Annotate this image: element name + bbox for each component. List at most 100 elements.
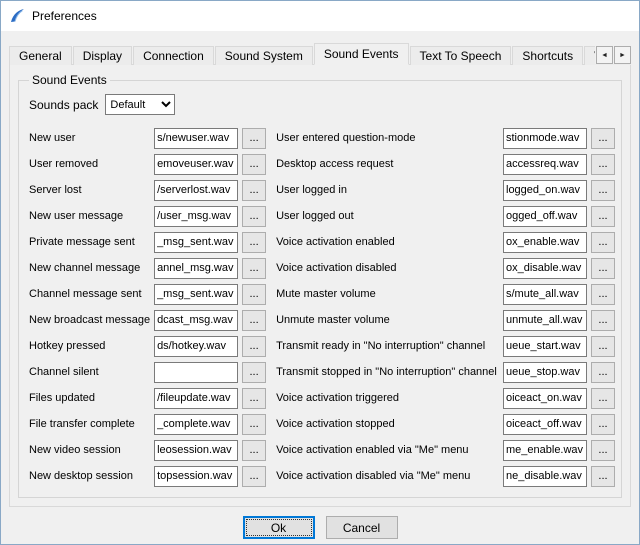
browse-button[interactable]: ... — [591, 284, 615, 305]
sound-event-label: User logged in — [276, 184, 503, 196]
tab-sound-events[interactable]: Sound Events — [314, 43, 409, 65]
sound-file-input[interactable] — [154, 180, 238, 201]
tab-scroll-right-icon[interactable]: ► — [614, 46, 631, 64]
sound-file-input[interactable] — [154, 466, 238, 487]
sound-file-input[interactable] — [154, 258, 238, 279]
browse-button[interactable]: ... — [242, 206, 266, 227]
browse-button[interactable]: ... — [591, 388, 615, 409]
sound-file-input[interactable] — [154, 284, 238, 305]
browse-button[interactable]: ... — [591, 310, 615, 331]
browse-button[interactable]: ... — [591, 466, 615, 487]
sound-event-row: Channel silent ... — [29, 361, 266, 383]
sound-file-input[interactable] — [154, 310, 238, 331]
titlebar: Preferences — [1, 1, 639, 31]
sound-file-input[interactable] — [503, 258, 587, 279]
cancel-button[interactable]: Cancel — [326, 516, 398, 539]
browse-button[interactable]: ... — [591, 414, 615, 435]
browse-button[interactable]: ... — [591, 440, 615, 461]
browse-button[interactable]: ... — [242, 362, 266, 383]
sound-event-row: Mute master volume ... — [276, 283, 615, 305]
browse-button[interactable]: ... — [591, 258, 615, 279]
sound-file-input[interactable] — [154, 206, 238, 227]
browse-button[interactable]: ... — [242, 284, 266, 305]
browse-button[interactable]: ... — [591, 206, 615, 227]
tab-text-to-speech[interactable]: Text To Speech — [410, 46, 512, 65]
sound-file-input[interactable] — [503, 232, 587, 253]
sounds-pack-row: Sounds pack Default — [29, 94, 615, 115]
groupbox-title: Sound Events — [29, 73, 110, 87]
sound-event-row: Transmit stopped in "No interruption" ch… — [276, 361, 615, 383]
sound-event-label: Voice activation triggered — [276, 392, 503, 404]
sound-event-row: New broadcast message ... — [29, 309, 266, 331]
browse-button[interactable]: ... — [591, 232, 615, 253]
app-icon — [9, 8, 25, 24]
sound-event-row: Voice activation disabled via "Me" menu … — [276, 465, 615, 487]
sound-event-row: Server lost ... — [29, 179, 266, 201]
browse-button[interactable]: ... — [242, 258, 266, 279]
tab-general[interactable]: General — [9, 46, 72, 65]
browse-button[interactable]: ... — [242, 154, 266, 175]
sound-event-label: Files updated — [29, 392, 154, 404]
sound-event-label: File transfer complete — [29, 418, 154, 430]
sound-file-input[interactable] — [503, 466, 587, 487]
sound-file-input[interactable] — [154, 128, 238, 149]
browse-button[interactable]: ... — [242, 232, 266, 253]
sound-event-label: Mute master volume — [276, 288, 503, 300]
sound-event-label: Voice activation disabled via "Me" menu — [276, 470, 503, 482]
sound-event-row: File transfer complete ... — [29, 413, 266, 435]
sound-file-input[interactable] — [503, 284, 587, 305]
browse-button[interactable]: ... — [242, 310, 266, 331]
sound-event-label: New broadcast message — [29, 314, 154, 326]
sound-file-input[interactable] — [503, 414, 587, 435]
ok-button[interactable]: Ok — [243, 516, 315, 539]
sound-file-input[interactable] — [503, 128, 587, 149]
browse-button[interactable]: ... — [591, 128, 615, 149]
sounds-pack-select[interactable]: Default — [105, 94, 175, 115]
browse-button[interactable]: ... — [591, 180, 615, 201]
sound-file-input[interactable] — [503, 362, 587, 383]
sound-file-input[interactable] — [503, 206, 587, 227]
browse-button[interactable]: ... — [242, 128, 266, 149]
browse-button[interactable]: ... — [242, 336, 266, 357]
browse-button[interactable]: ... — [242, 180, 266, 201]
sound-event-label: New desktop session — [29, 470, 154, 482]
sound-file-input[interactable] — [154, 336, 238, 357]
tab-sound-system[interactable]: Sound System — [215, 46, 313, 65]
browse-button[interactable]: ... — [242, 466, 266, 487]
sound-event-row: Voice activation enabled ... — [276, 231, 615, 253]
tab-display[interactable]: Display — [73, 46, 132, 65]
sound-event-label: Desktop access request — [276, 158, 503, 170]
sound-event-row: New video session ... — [29, 439, 266, 461]
browse-button[interactable]: ... — [242, 440, 266, 461]
tab-scroll-left-icon[interactable]: ◄ — [596, 46, 613, 64]
sound-event-label: Voice activation stopped — [276, 418, 503, 430]
sound-file-input[interactable] — [503, 336, 587, 357]
browse-button[interactable]: ... — [591, 336, 615, 357]
sound-event-label: User entered question-mode — [276, 132, 503, 144]
sound-event-row: New channel message ... — [29, 257, 266, 279]
tab-connection[interactable]: Connection — [133, 46, 214, 65]
sound-event-label: Private message sent — [29, 236, 154, 248]
browse-button[interactable]: ... — [591, 362, 615, 383]
sound-file-input[interactable] — [503, 440, 587, 461]
sound-file-input[interactable] — [154, 232, 238, 253]
sound-file-input[interactable] — [503, 154, 587, 175]
sound-event-row: Channel message sent ... — [29, 283, 266, 305]
sound-file-input[interactable] — [503, 388, 587, 409]
sound-event-label: Voice activation disabled — [276, 262, 503, 274]
sound-file-input[interactable] — [154, 388, 238, 409]
sound-file-input[interactable] — [154, 154, 238, 175]
sound-event-label: Channel message sent — [29, 288, 154, 300]
tab-page-sound-events: Sound Events Sounds pack Default New use… — [9, 64, 631, 507]
sound-event-label: New video session — [29, 444, 154, 456]
sound-file-input[interactable] — [154, 362, 238, 383]
browse-button[interactable]: ... — [242, 388, 266, 409]
sound-event-label: Server lost — [29, 184, 154, 196]
sound-file-input[interactable] — [154, 440, 238, 461]
tab-shortcuts[interactable]: Shortcuts — [512, 46, 583, 65]
sound-file-input[interactable] — [154, 414, 238, 435]
browse-button[interactable]: ... — [591, 154, 615, 175]
sound-file-input[interactable] — [503, 310, 587, 331]
browse-button[interactable]: ... — [242, 414, 266, 435]
sound-file-input[interactable] — [503, 180, 587, 201]
